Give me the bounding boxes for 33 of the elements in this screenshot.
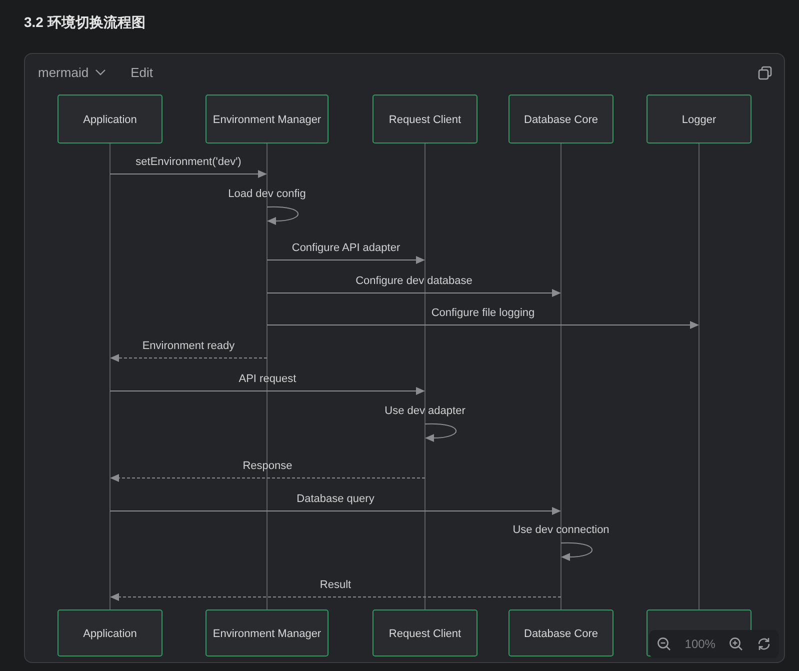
message-label: Use dev connection bbox=[512, 524, 610, 536]
edit-button[interactable]: Edit bbox=[130, 65, 153, 80]
message-label: Load dev config bbox=[228, 188, 306, 200]
message-label: Use dev adapter bbox=[384, 405, 466, 417]
reset-icon[interactable] bbox=[757, 637, 771, 651]
language-dropdown[interactable]: mermaid bbox=[38, 65, 106, 80]
message-label: Database query bbox=[296, 493, 374, 505]
message-label: Configure dev database bbox=[356, 275, 472, 287]
message-label: Result bbox=[320, 579, 352, 591]
message-label: setEnvironment('dev') bbox=[136, 156, 242, 168]
self-message-arrow bbox=[560, 542, 592, 561]
participant-label: Database Core bbox=[524, 628, 598, 640]
zoom-out-icon[interactable] bbox=[657, 637, 671, 651]
section-heading: 3.2 环境切换流程图 bbox=[24, 13, 146, 32]
message-label: API request bbox=[238, 373, 296, 385]
participant-label: Logger bbox=[682, 114, 716, 126]
participant-label: Request Client bbox=[388, 114, 462, 126]
message-label: Configure API adapter bbox=[292, 242, 400, 254]
participant-label: Application bbox=[83, 114, 137, 126]
participant-label: Request Client bbox=[388, 628, 462, 640]
chevron-down-icon bbox=[94, 69, 106, 76]
self-message-arrow bbox=[424, 423, 456, 442]
participant-label: Application bbox=[83, 628, 137, 640]
zoom-level: 100% bbox=[684, 637, 716, 651]
zoom-in-icon[interactable] bbox=[729, 637, 744, 651]
participant-label: Environment Manager bbox=[212, 114, 322, 126]
message-label: Response bbox=[242, 460, 292, 472]
participant-label: Database Core bbox=[524, 114, 598, 126]
self-message-arrow bbox=[266, 206, 298, 225]
copy-icon[interactable] bbox=[758, 66, 772, 80]
message-label: Environment ready bbox=[142, 340, 235, 352]
message-label: Configure file logging bbox=[431, 307, 535, 319]
participant-label: Environment Manager bbox=[212, 628, 322, 640]
